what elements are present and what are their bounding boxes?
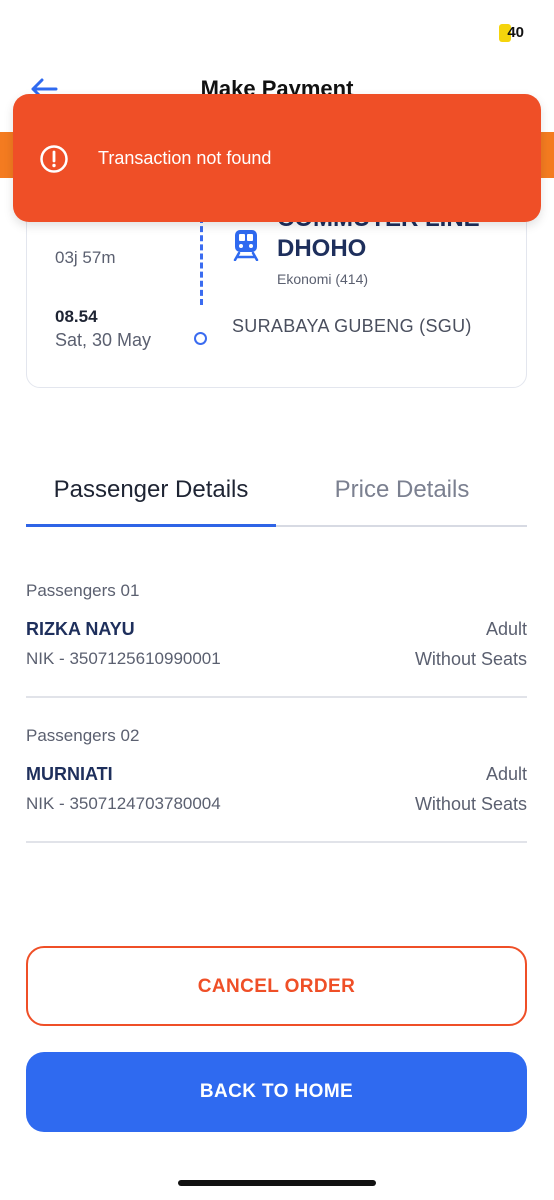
divider xyxy=(26,841,527,843)
passenger-seat: Without Seats xyxy=(414,649,527,669)
passenger-heading: Passengers 01 xyxy=(26,581,140,600)
passenger-heading: Passengers 02 xyxy=(26,726,140,745)
route-line xyxy=(200,217,203,305)
home-indicator xyxy=(178,1180,376,1186)
divider xyxy=(26,696,527,698)
passenger-type: Adult xyxy=(485,619,527,639)
passenger-name: RIZKA NAYU xyxy=(26,619,135,639)
passenger-item: Passengers 02 MURNIATI Adult NIK - 35071… xyxy=(26,726,527,846)
alert-circle-icon xyxy=(40,145,68,173)
battery-level: 40 xyxy=(507,24,524,41)
passenger-name: MURNIATI xyxy=(26,764,113,784)
active-tab-indicator xyxy=(26,524,276,527)
arrival-date: Sat, 30 May xyxy=(55,330,152,350)
passenger-nik: NIK - 3507124703780004 xyxy=(26,794,221,813)
train-class: Ekonomi (414) xyxy=(277,271,369,287)
back-to-home-button[interactable]: BACK TO HOME xyxy=(26,1052,527,1132)
tab-price-details[interactable]: Price Details xyxy=(277,470,527,526)
passenger-nik: NIK - 3507125610990001 xyxy=(26,649,221,668)
trip-duration: 03j 57m xyxy=(55,248,116,267)
destination-dot xyxy=(194,332,207,345)
detail-tabs: Passenger Details Price Details xyxy=(26,470,527,528)
tab-passenger-details[interactable]: Passenger Details xyxy=(26,470,276,526)
train-icon xyxy=(233,230,259,261)
battery-indicator: 40 xyxy=(499,24,524,42)
passenger-type: Adult xyxy=(485,764,527,784)
passenger-item: Passengers 01 RIZKA NAYU Adult NIK - 350… xyxy=(26,581,527,701)
tab-underline xyxy=(276,525,527,527)
error-toast[interactable]: Transaction not found xyxy=(13,94,541,222)
cancel-order-button[interactable]: CANCEL ORDER xyxy=(26,946,527,1026)
toast-message: Transaction not found xyxy=(98,148,272,168)
passenger-seat: Without Seats xyxy=(414,794,527,814)
destination-station: SURABAYA GUBENG (SGU) xyxy=(232,316,472,336)
arrival-time: 08.54 xyxy=(55,307,98,326)
